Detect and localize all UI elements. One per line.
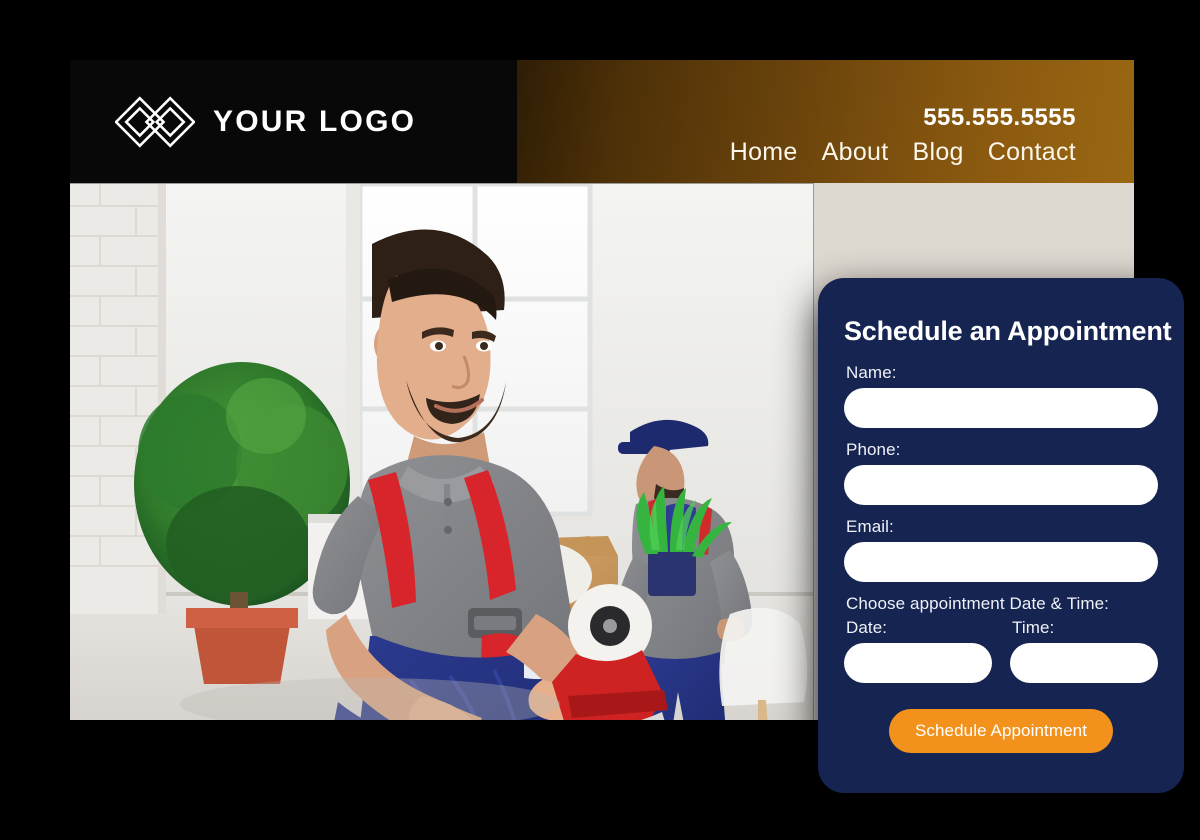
name-input[interactable] (844, 388, 1158, 428)
form-title: Schedule an Appointment (844, 316, 1172, 346)
header-logo-area: YOUR LOGO (70, 60, 517, 183)
name-label: Name: (846, 363, 897, 382)
main-navigation: Home About Blog Contact (730, 138, 1076, 167)
date-label: Date: (846, 618, 888, 637)
nav-item-contact[interactable]: Contact (988, 138, 1076, 167)
site-header: YOUR LOGO 555.555.5555 Home About Blog C… (70, 60, 1134, 183)
phone-input[interactable] (844, 465, 1158, 505)
hero-image (70, 183, 814, 720)
logo[interactable]: YOUR LOGO (115, 94, 416, 150)
time-field-group: Time: (1010, 618, 1158, 695)
screenshot-canvas: YOUR LOGO 555.555.5555 Home About Blog C… (0, 0, 1200, 840)
date-field-group: Date: (844, 618, 992, 695)
submit-row: Schedule Appointment (844, 709, 1158, 753)
date-input[interactable] (844, 643, 992, 683)
nav-item-about[interactable]: About (822, 138, 889, 167)
nav-item-home[interactable]: Home (730, 138, 798, 167)
schedule-appointment-panel: Schedule an Appointment Name: Phone: Ema… (818, 278, 1184, 793)
time-label: Time: (1012, 618, 1055, 637)
header-phone-number[interactable]: 555.555.5555 (923, 104, 1076, 132)
datetime-row: Date: Time: (844, 618, 1158, 695)
interlocking-diamonds-logo-icon (115, 95, 195, 148)
datetime-heading: Choose appointment Date & Time: (846, 594, 1109, 613)
email-label: Email: (846, 517, 894, 536)
logo-text: YOUR LOGO (213, 104, 417, 138)
phone-label: Phone: (846, 440, 901, 459)
time-input[interactable] (1010, 643, 1158, 683)
nav-item-blog[interactable]: Blog (912, 138, 963, 167)
schedule-appointment-button[interactable]: Schedule Appointment (888, 709, 1114, 753)
movers-packing-boxes-photo (70, 184, 813, 720)
header-contact-area: 555.555.5555 Home About Blog Contact (517, 60, 1134, 183)
email-input[interactable] (844, 542, 1158, 582)
